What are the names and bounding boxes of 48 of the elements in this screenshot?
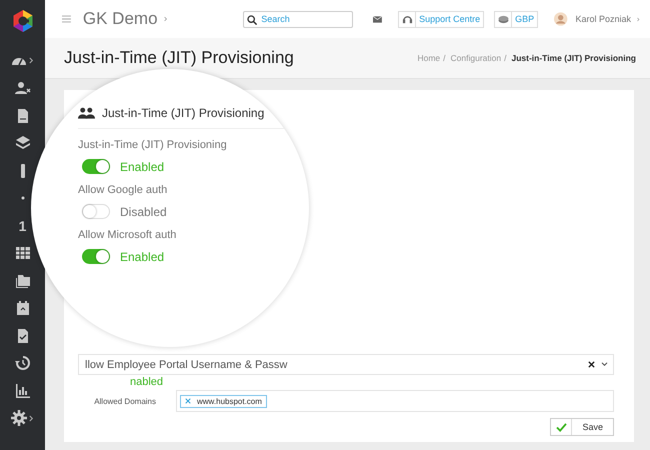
- section-title: Just-in-Time (JIT) Provisioning: [102, 106, 264, 120]
- toggle-switch[interactable]: [82, 159, 110, 174]
- page-title: Just-in-Time (JIT) Provisioning: [64, 48, 294, 68]
- chevron-icon: [29, 414, 34, 422]
- remove-icon[interactable]: [185, 398, 191, 404]
- domain-tag: www.hubspot.com: [180, 394, 267, 408]
- status-text: nabled: [130, 376, 164, 388]
- setting-label: Allow Google auth: [78, 184, 168, 196]
- user-x-icon[interactable]: [14, 80, 30, 96]
- mail-icon[interactable]: [373, 14, 382, 24]
- search-icon: [247, 14, 258, 24]
- history-icon[interactable]: [14, 355, 30, 372]
- breadcrumb-separator: /: [504, 53, 506, 63]
- headset-icon: [402, 14, 413, 24]
- chevron-icon: [29, 57, 34, 64]
- users-icon: [78, 107, 95, 119]
- layers-icon[interactable]: [14, 135, 30, 152]
- breadcrumb-link[interactable]: Home: [417, 53, 440, 63]
- chevron-icon: [637, 16, 640, 22]
- app-title: GK Demo: [82, 9, 158, 29]
- select-field[interactable]: llow Employee Portal Username & Passw: [78, 354, 614, 375]
- status-text: Disabled: [120, 204, 167, 218]
- user-name[interactable]: Karol Pozniak: [576, 14, 632, 24]
- save-button[interactable]: Save: [550, 418, 614, 436]
- search-field[interactable]: Search: [243, 10, 354, 28]
- chevron-icon: [164, 15, 168, 23]
- domains-field[interactable]: www.hubspot.com: [176, 390, 614, 412]
- field-label: Allowed Domains: [93, 396, 156, 406]
- sidebar-item[interactable]: 1: [18, 218, 26, 234]
- calendar-icon[interactable]: [14, 300, 30, 316]
- status-text: Enabled: [120, 250, 164, 264]
- check-icon: [556, 422, 567, 432]
- status-text: Enabled: [120, 160, 164, 174]
- currency-button[interactable]: GBP: [494, 10, 538, 28]
- clear-icon[interactable]: [588, 361, 595, 368]
- breadcrumb-link[interactable]: Configuration: [450, 53, 502, 63]
- setting-label: Allow Microsoft auth: [78, 229, 178, 241]
- settings-icon[interactable]: [11, 410, 27, 426]
- chart-icon[interactable]: [14, 382, 30, 399]
- toggle-switch[interactable]: [82, 249, 110, 264]
- setting-label: Just-in-Time (JIT) Provisioning: [78, 139, 228, 151]
- coins-icon: [498, 14, 509, 24]
- folders-icon[interactable]: [14, 272, 30, 289]
- table-icon[interactable]: [14, 245, 30, 262]
- caret-icon[interactable]: [601, 362, 608, 367]
- support-button[interactable]: Support Centre: [398, 10, 484, 28]
- breadcrumb-separator: /: [443, 53, 446, 63]
- logo-icon: [10, 9, 34, 33]
